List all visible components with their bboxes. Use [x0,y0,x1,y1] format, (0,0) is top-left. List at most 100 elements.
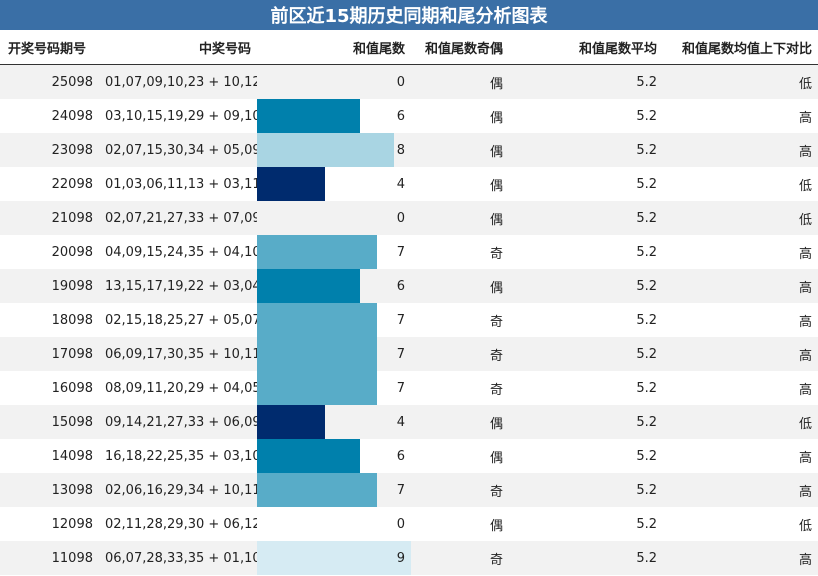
header-average: 和值尾数平均 [509,30,663,65]
numbers-cell: 02,07,21,27,33 + 07,09 [99,201,261,235]
parity-cell: 奇 [411,235,509,269]
parity-cell: 偶 [411,439,509,473]
tail-value: 4 [396,176,405,192]
issue-cell: 15098 [0,405,99,439]
tail-bar-cell: 7 [257,235,411,269]
tail-bar [257,439,360,473]
tail-bar-cell: 8 [257,133,411,167]
issue-cell: 25098 [0,64,99,99]
tail-bar-cell: 7 [257,337,411,371]
chart-title: 前区近15期历史同期和尾分析图表 [0,0,818,30]
tail-value: 0 [396,210,405,226]
table-row: 19098 13,15,17,19,22 + 03,04 6 偶 5.2 高 [0,269,818,303]
compare-cell: 高 [663,439,818,473]
parity-cell: 偶 [411,99,509,133]
average-cell: 5.2 [509,64,663,99]
tail-bar [257,269,360,303]
tail-value: 9 [396,550,405,566]
issue-cell: 13098 [0,473,99,507]
numbers-cell: 08,09,11,20,29 + 04,05 [99,371,261,405]
tail-value: 6 [396,278,405,294]
tail-value: 7 [396,312,405,328]
issue-cell: 20098 [0,235,99,269]
header-tail: 和值尾数 [257,30,411,65]
tail-bar-cell: 6 [257,269,411,303]
numbers-cell: 02,06,16,29,34 + 10,11 [99,473,261,507]
header-row: 开奖号码期号 中奖号码 和值尾数 和值尾数奇偶 和值尾数平均 和值尾数均值上下对… [0,30,818,65]
table-row: 11098 06,07,28,33,35 + 01,10 9 奇 5.2 高 [0,541,818,575]
tail-bar-cell: 7 [257,473,411,507]
tail-bar-cell: 4 [257,405,411,439]
table-row: 13098 02,06,16,29,34 + 10,11 7 奇 5.2 高 [0,473,818,507]
issue-cell: 23098 [0,133,99,167]
parity-cell: 奇 [411,371,509,405]
tail-bar [257,337,377,371]
table-row: 15098 09,14,21,27,33 + 06,09 4 偶 5.2 低 [0,405,818,439]
parity-cell: 奇 [411,473,509,507]
tail-bar [257,405,325,439]
tail-value: 8 [396,142,405,158]
table-row: 24098 03,10,15,19,29 + 09,10 6 偶 5.2 高 [0,99,818,133]
tail-bar-cell: 7 [257,303,411,337]
numbers-cell: 13,15,17,19,22 + 03,04 [99,269,261,303]
issue-cell: 12098 [0,507,99,541]
compare-cell: 高 [663,99,818,133]
compare-cell: 高 [663,235,818,269]
tail-bar-cell: 9 [257,541,411,575]
average-cell: 5.2 [509,541,663,575]
tail-bar-cell: 4 [257,167,411,201]
average-cell: 5.2 [509,133,663,167]
average-cell: 5.2 [509,303,663,337]
table-row: 18098 02,15,18,25,27 + 05,07 7 奇 5.2 高 [0,303,818,337]
table-row: 20098 04,09,15,24,35 + 04,10 7 奇 5.2 高 [0,235,818,269]
issue-cell: 24098 [0,99,99,133]
parity-cell: 偶 [411,167,509,201]
compare-cell: 低 [663,167,818,201]
parity-cell: 偶 [411,269,509,303]
issue-cell: 21098 [0,201,99,235]
parity-cell: 偶 [411,133,509,167]
compare-cell: 低 [663,64,818,99]
tail-bar [257,167,325,201]
numbers-cell: 03,10,15,19,29 + 09,10 [99,99,261,133]
average-cell: 5.2 [509,235,663,269]
table-row: 14098 16,18,22,25,35 + 03,10 6 偶 5.2 高 [0,439,818,473]
numbers-cell: 02,15,18,25,27 + 05,07 [99,303,261,337]
average-cell: 5.2 [509,99,663,133]
tail-bar-cell: 0 [257,507,411,541]
numbers-cell: 02,07,15,30,34 + 05,09 [99,133,261,167]
table-row: 22098 01,03,06,11,13 + 03,11 4 偶 5.2 低 [0,167,818,201]
table-row: 23098 02,07,15,30,34 + 05,09 8 偶 5.2 高 [0,133,818,167]
issue-cell: 17098 [0,337,99,371]
tail-value: 7 [396,482,405,498]
numbers-cell: 16,18,22,25,35 + 03,10 [99,439,261,473]
parity-cell: 偶 [411,405,509,439]
compare-cell: 低 [663,405,818,439]
tail-bar [257,133,394,167]
compare-cell: 高 [663,133,818,167]
numbers-cell: 02,11,28,29,30 + 06,12 [99,507,261,541]
tail-value: 7 [396,380,405,396]
tail-bar-cell: 0 [257,201,411,235]
tail-bar [257,99,360,133]
compare-cell: 高 [663,473,818,507]
parity-cell: 奇 [411,303,509,337]
numbers-cell: 09,14,21,27,33 + 06,09 [99,405,261,439]
parity-cell: 奇 [411,337,509,371]
table-row: 25098 01,07,09,10,23 + 10,12 0 偶 5.2 低 [0,64,818,99]
table-row: 16098 08,09,11,20,29 + 04,05 7 奇 5.2 高 [0,371,818,405]
average-cell: 5.2 [509,337,663,371]
average-cell: 5.2 [509,507,663,541]
table-body: 25098 01,07,09,10,23 + 10,12 0 偶 5.2 低 24098 03… [0,64,818,575]
issue-cell: 18098 [0,303,99,337]
issue-cell: 19098 [0,269,99,303]
issue-cell: 11098 [0,541,99,575]
tail-bar-cell: 0 [257,64,411,99]
tail-bar-cell: 6 [257,439,411,473]
table-row: 12098 02,11,28,29,30 + 06,12 0 偶 5.2 低 [0,507,818,541]
tail-value: 0 [396,74,405,90]
parity-cell: 偶 [411,201,509,235]
compare-cell: 低 [663,507,818,541]
tail-value: 6 [396,108,405,124]
tail-bar [257,303,377,337]
